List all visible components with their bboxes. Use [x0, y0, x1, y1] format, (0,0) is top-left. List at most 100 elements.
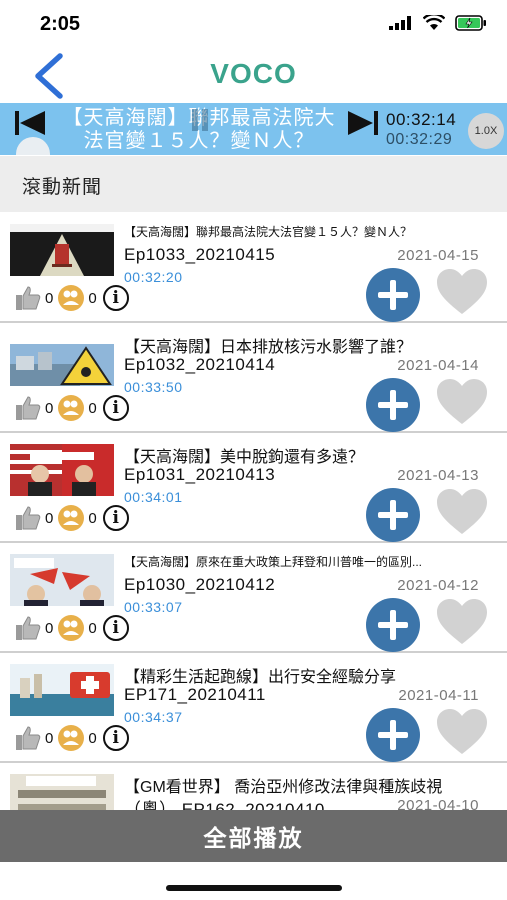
- nav-bar: VOCO: [0, 50, 507, 102]
- episode-date: 2021-04-14: [397, 357, 479, 374]
- like-count: 0: [45, 619, 54, 637]
- episode-number: Ep1033_20210415: [124, 245, 276, 264]
- heart-icon[interactable]: [436, 708, 488, 756]
- plus-icon: [378, 390, 408, 420]
- cellular-signal-icon: [389, 16, 411, 30]
- playback-speed-button[interactable]: 1.0X: [468, 113, 504, 149]
- episode-number: Ep1031_20210413: [124, 465, 276, 484]
- episode-title: 【天高海闊】日本排放核污水影響了誰？: [124, 339, 413, 356]
- coin-count: 0: [88, 729, 97, 747]
- now-playing-bar: 【天高海闊】聯邦最高法院大法官變１５人？變Ｎ人？ 00:32:14 00:32:…: [0, 103, 507, 155]
- heart-icon[interactable]: [436, 598, 488, 646]
- episode-date: 2021-04-13: [397, 467, 479, 484]
- info-icon[interactable]: i: [102, 285, 129, 311]
- coin-reward-icon[interactable]: [57, 724, 85, 752]
- episode-item[interactable]: 【天高海闊】日本排放核污水影響了誰？ Ep1032_20210414 2021-…: [0, 323, 507, 433]
- episode-duration: 00:33:07: [124, 599, 183, 615]
- info-icon[interactable]: i: [102, 505, 129, 531]
- total-time: 00:32:29: [386, 131, 453, 148]
- status-icons: [389, 15, 487, 31]
- heart-icon[interactable]: [436, 378, 488, 426]
- coin-reward-icon[interactable]: [57, 394, 85, 422]
- status-time: 2:05: [40, 13, 81, 35]
- episode-thumbnail: [10, 444, 114, 496]
- plus-icon: [378, 610, 408, 640]
- like-count: 0: [45, 729, 54, 747]
- plus-icon: [378, 500, 408, 530]
- thumbs-up-icon[interactable]: [14, 504, 42, 532]
- like-count: 0: [45, 509, 54, 527]
- status-bar: 2:05: [0, 0, 507, 48]
- episode-date: 2021-04-12: [397, 577, 479, 594]
- thumbs-up-icon[interactable]: [14, 724, 42, 752]
- episode-duration: 00:32:20: [124, 269, 183, 285]
- episode-duration: 00:34:37: [124, 709, 183, 725]
- coin-count: 0: [88, 509, 97, 527]
- add-to-playlist-button[interactable]: [366, 378, 420, 432]
- episode-item[interactable]: 【天高海闊】美中脫鉤還有多遠？ Ep1031_20210413 2021-04-…: [0, 433, 507, 543]
- coin-reward-icon[interactable]: [57, 284, 85, 312]
- pause-button[interactable]: [192, 109, 208, 131]
- episode-title: 【天高海闊】原來在重大政策上拜登和川普唯一的區別...: [124, 555, 423, 569]
- add-to-playlist-button[interactable]: [366, 268, 420, 322]
- episode-actions: 0 0 i: [14, 393, 129, 423]
- episode-item[interactable]: 【精彩生活起跑線】出行安全經驗分享 EP171_20210411 2021-04…: [0, 653, 507, 763]
- wifi-icon: [423, 15, 445, 30]
- home-indicator[interactable]: [166, 885, 342, 891]
- episode-number: Ep1032_20210414: [124, 355, 276, 374]
- episode-title: 【天高海闊】美中脫鉤還有多遠？: [124, 449, 365, 466]
- episode-date: 2021-04-11: [398, 687, 479, 704]
- episode-number: Ep1030_20210412: [124, 575, 276, 594]
- info-icon[interactable]: i: [102, 615, 129, 641]
- next-track-button[interactable]: [347, 109, 379, 137]
- skip-previous-icon: [15, 111, 45, 135]
- play-all-button[interactable]: 全部播放: [0, 810, 507, 862]
- episode-thumbnail: [10, 334, 114, 386]
- thumbs-up-icon[interactable]: [14, 394, 42, 422]
- pause-icon-bar: [192, 109, 198, 131]
- episode-thumbnail: [10, 664, 114, 716]
- episode-actions: 0 0 i: [14, 613, 129, 643]
- info-icon[interactable]: i: [102, 725, 129, 751]
- info-icon[interactable]: i: [102, 395, 129, 421]
- coin-count: 0: [88, 619, 97, 637]
- add-to-playlist-button[interactable]: [366, 488, 420, 542]
- previous-track-button[interactable]: [14, 109, 46, 137]
- episode-item[interactable]: 【天高海闊】聯邦最高法院大法官變１５人？變Ｎ人？ Ep1033_20210415…: [0, 213, 507, 323]
- episode-thumbnail: [10, 554, 114, 606]
- heart-icon[interactable]: [436, 488, 488, 536]
- heart-icon[interactable]: [436, 268, 488, 316]
- episode-title: 【天高海闊】聯邦最高法院大法官變１５人？變Ｎ人？: [124, 225, 413, 239]
- episode-thumbnail: [10, 224, 114, 276]
- progress-slider-thumb[interactable]: [16, 137, 50, 155]
- coin-reward-icon[interactable]: [57, 614, 85, 642]
- episode-date: 2021-04-15: [397, 247, 479, 264]
- episode-actions: 0 0 i: [14, 723, 129, 753]
- plus-icon: [378, 720, 408, 750]
- coin-count: 0: [88, 399, 97, 417]
- skip-next-icon: [348, 111, 378, 135]
- thumbs-up-icon[interactable]: [14, 614, 42, 642]
- plus-icon: [378, 280, 408, 310]
- battery-charging-icon: [455, 15, 486, 31]
- add-to-playlist-button[interactable]: [366, 708, 420, 762]
- thumbs-up-icon[interactable]: [14, 284, 42, 312]
- episode-duration: 00:33:50: [124, 379, 183, 395]
- pause-icon-bar: [202, 109, 208, 131]
- episode-number: EP171_20210411: [124, 685, 266, 704]
- episode-duration: 00:34:01: [124, 489, 183, 505]
- episode-actions: 0 0 i: [14, 503, 129, 533]
- add-to-playlist-button[interactable]: [366, 598, 420, 652]
- section-header: 滾動新聞: [0, 156, 507, 212]
- app-title: VOCO: [210, 58, 297, 89]
- play-all-label: 全部播放: [203, 825, 304, 851]
- episode-item[interactable]: 【天高海闊】原來在重大政策上拜登和川普唯一的區別... Ep1030_20210…: [0, 543, 507, 653]
- like-count: 0: [45, 289, 54, 307]
- episode-title: 【精彩生活起跑線】出行安全經驗分享: [124, 669, 397, 686]
- episode-actions: 0 0 i: [14, 283, 129, 313]
- section-title: 滾動新聞: [22, 177, 103, 198]
- like-count: 0: [45, 399, 54, 417]
- coin-reward-icon[interactable]: [57, 504, 85, 532]
- episode-title: 【GM看世界】 喬治亞州修改法律與種族歧視: [124, 779, 443, 796]
- elapsed-time: 00:32:14: [386, 110, 457, 129]
